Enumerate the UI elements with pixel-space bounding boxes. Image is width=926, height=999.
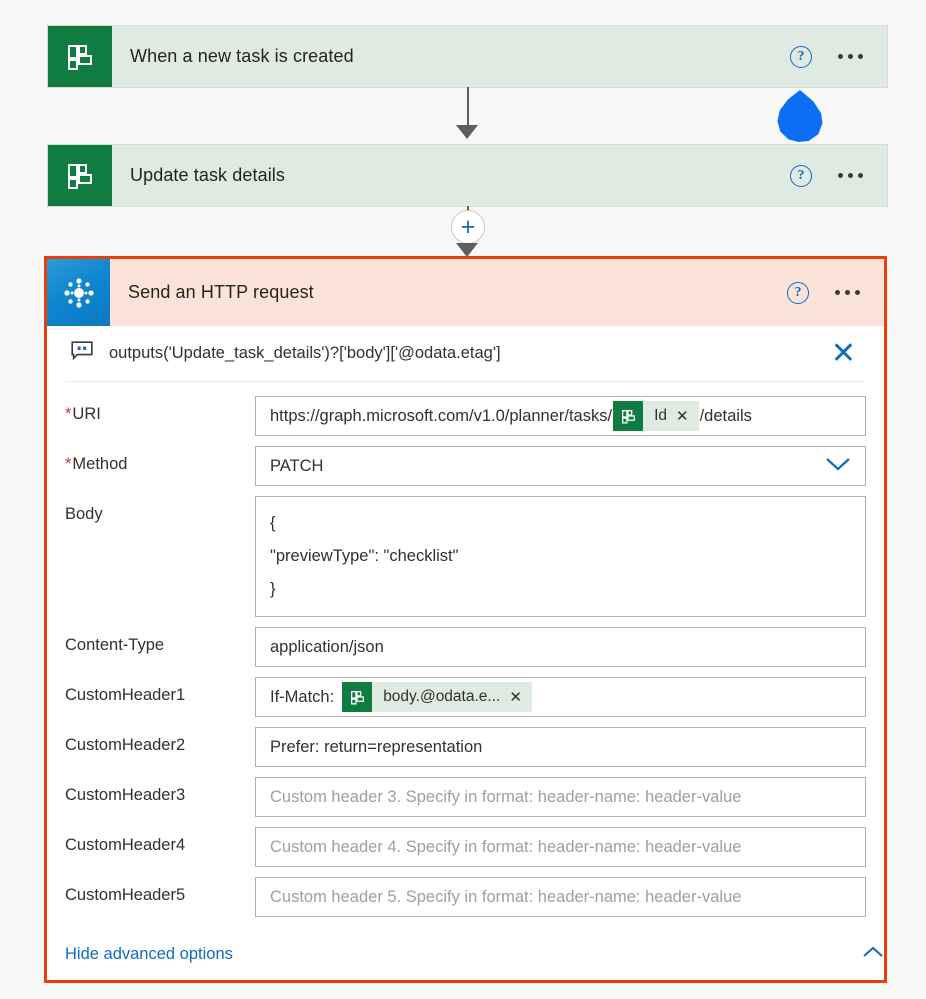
custom-header-2-label: CustomHeader2 bbox=[65, 736, 186, 754]
token-label: body.@odata.e... bbox=[383, 688, 501, 705]
plus-icon: + bbox=[460, 213, 476, 241]
method-select[interactable]: PATCH bbox=[255, 446, 866, 486]
body-label: Body bbox=[65, 505, 103, 523]
remove-token-icon[interactable]: ✕ bbox=[676, 401, 699, 431]
arrow-down-icon bbox=[456, 243, 478, 257]
ellipsis-icon[interactable] bbox=[838, 173, 863, 178]
token-label: Id bbox=[654, 407, 668, 424]
required-asterisk: * bbox=[65, 455, 72, 473]
http-card-header[interactable]: Send an HTTP request ? bbox=[47, 259, 884, 326]
connector-line bbox=[467, 87, 469, 129]
content-type-label: Content-Type bbox=[65, 636, 165, 654]
graph-icon bbox=[47, 259, 110, 326]
custom-header-1-prefix-text: If-Match: bbox=[270, 687, 335, 706]
body-textarea[interactable]: { "previewType": "checklist" } bbox=[255, 496, 866, 617]
form-row-custom-header-1: CustomHeader1 If-Match: body.@odata.e...… bbox=[65, 677, 866, 717]
ellipsis-icon[interactable] bbox=[838, 54, 863, 59]
flow-step-card-update-task[interactable]: Update task details ? bbox=[48, 145, 887, 206]
form-row-uri: *URI https://graph.microsoft.com/v1.0/pl… bbox=[65, 396, 866, 436]
form-row-custom-header-3: CustomHeader3 Custom header 3. Specify i… bbox=[65, 777, 866, 817]
planner-icon bbox=[48, 145, 112, 206]
expression-text: outputs('Update_task_details')?['body'][… bbox=[109, 344, 501, 362]
body-line: } bbox=[270, 580, 276, 598]
expression-bar[interactable]: outputs('Update_task_details')?['body'][… bbox=[65, 326, 866, 382]
form-row-custom-header-5: CustomHeader5 Custom header 5. Specify i… bbox=[65, 877, 866, 917]
custom-header-3-input[interactable]: Custom header 3. Specify in format: head… bbox=[255, 777, 866, 817]
ellipsis-icon[interactable] bbox=[835, 290, 860, 295]
flow-step-card-trigger[interactable]: When a new task is created ? bbox=[48, 26, 887, 87]
dynamic-content-token-etag[interactable]: body.@odata.e... ✕ bbox=[342, 682, 532, 712]
uri-input[interactable]: https://graph.microsoft.com/v1.0/planner… bbox=[255, 396, 866, 436]
custom-header-4-label: CustomHeader4 bbox=[65, 836, 186, 854]
custom-header-4-input[interactable]: Custom header 4. Specify in format: head… bbox=[255, 827, 866, 867]
help-icon[interactable]: ? bbox=[790, 164, 812, 187]
method-value: PATCH bbox=[270, 456, 324, 475]
hide-advanced-options-link[interactable]: Hide advanced options bbox=[65, 945, 884, 964]
http-request-form: *URI https://graph.microsoft.com/v1.0/pl… bbox=[47, 382, 884, 917]
dynamic-content-token-id[interactable]: Id ✕ bbox=[613, 401, 699, 431]
planner-icon bbox=[48, 26, 112, 87]
custom-header-1-label: CustomHeader1 bbox=[65, 686, 186, 704]
chevron-up-icon bbox=[862, 945, 884, 964]
flow-step-title: When a new task is created bbox=[130, 46, 354, 66]
uri-suffix-text: /details bbox=[699, 406, 752, 425]
arrow-down-icon bbox=[456, 125, 478, 139]
custom-header-5-label: CustomHeader5 bbox=[65, 886, 186, 904]
help-icon[interactable]: ? bbox=[787, 281, 809, 304]
custom-header-4-placeholder: Custom header 4. Specify in format: head… bbox=[270, 837, 742, 856]
hide-advanced-options-label: Hide advanced options bbox=[65, 945, 233, 963]
method-label: *Method bbox=[65, 455, 128, 473]
uri-prefix-text: https://graph.microsoft.com/v1.0/planner… bbox=[270, 406, 613, 425]
flow-step-actions: ? bbox=[790, 26, 887, 87]
content-type-value: application/json bbox=[270, 637, 384, 656]
remove-token-icon[interactable]: ✕ bbox=[509, 682, 532, 712]
planner-icon bbox=[342, 682, 373, 712]
required-asterisk: * bbox=[65, 405, 72, 423]
http-card-title: Send an HTTP request bbox=[128, 282, 314, 302]
http-card-actions: ? bbox=[787, 259, 884, 326]
custom-header-3-placeholder: Custom header 3. Specify in format: head… bbox=[270, 787, 742, 806]
body-line: { bbox=[270, 514, 276, 532]
form-row-custom-header-4: CustomHeader4 Custom header 4. Specify i… bbox=[65, 827, 866, 867]
custom-header-2-input[interactable]: Prefer: return=representation bbox=[255, 727, 866, 767]
flow-step-actions: ? bbox=[790, 145, 887, 206]
planner-icon bbox=[613, 401, 644, 431]
form-row-method: *Method PATCH bbox=[65, 446, 866, 486]
content-type-input[interactable]: application/json bbox=[255, 627, 866, 667]
add-step-button[interactable]: + bbox=[451, 210, 485, 244]
custom-header-2-value: Prefer: return=representation bbox=[270, 737, 483, 756]
comment-bubble-icon bbox=[71, 341, 93, 366]
send-http-request-card[interactable]: Send an HTTP request ? outputs('Update_t… bbox=[44, 256, 887, 983]
form-row-custom-header-2: CustomHeader2 Prefer: return=representat… bbox=[65, 727, 866, 767]
custom-header-1-input[interactable]: If-Match: body.@odata.e... ✕ bbox=[255, 677, 866, 717]
chevron-down-icon[interactable] bbox=[825, 456, 851, 477]
flow-step-title: Update task details bbox=[130, 165, 285, 185]
custom-header-5-placeholder: Custom header 5. Specify in format: head… bbox=[270, 887, 742, 906]
flow-designer-canvas: When a new task is created ? Update task… bbox=[0, 0, 926, 999]
custom-header-5-input[interactable]: Custom header 5. Specify in format: head… bbox=[255, 877, 866, 917]
help-icon[interactable]: ? bbox=[790, 45, 812, 68]
close-icon[interactable]: ✕ bbox=[821, 338, 866, 369]
body-line: "previewType": "checklist" bbox=[270, 547, 459, 565]
uri-label: *URI bbox=[65, 405, 101, 423]
form-row-body: Body { "previewType": "checklist" } bbox=[65, 496, 866, 617]
custom-header-3-label: CustomHeader3 bbox=[65, 786, 186, 804]
form-row-content-type: Content-Type application/json bbox=[65, 627, 866, 667]
droplet-cursor bbox=[777, 90, 823, 142]
